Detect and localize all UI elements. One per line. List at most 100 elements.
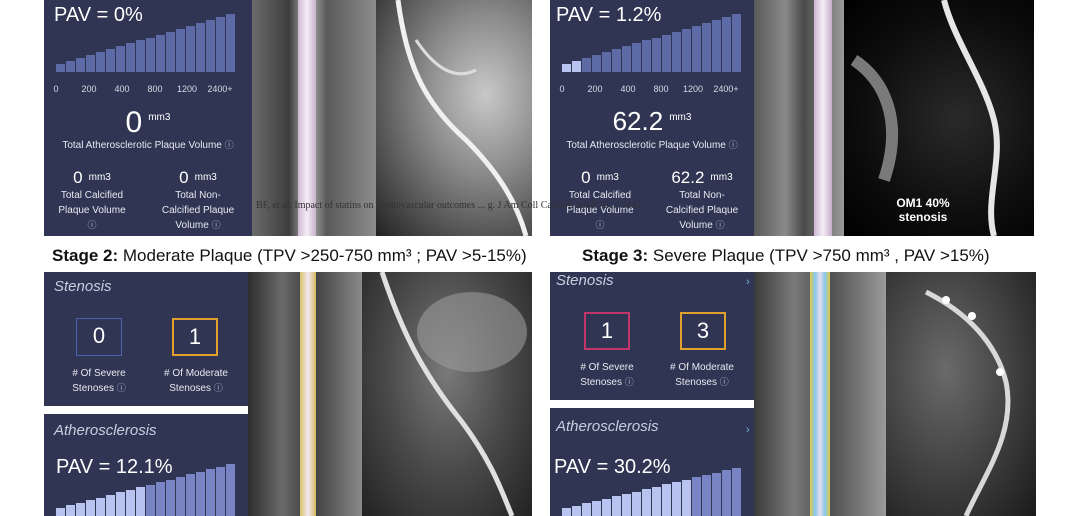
scale-bar — [66, 61, 75, 72]
panel-stage-2: Stenosis 0 # Of Severe Stenoses ⓘ 1 # Of… — [44, 272, 248, 516]
info-icon[interactable]: ⓘ — [212, 220, 221, 230]
scale-bar — [136, 40, 145, 72]
scale-bar — [612, 496, 621, 516]
scale-bar — [722, 470, 731, 516]
calcified-volume-label: Total Calcified Plaque Volume ⓘ — [44, 188, 140, 233]
tick-label: 1200 — [682, 84, 704, 94]
volume-scale-ticks: 0 200 400 800 1200 2400+ — [559, 84, 742, 96]
scale-bar — [602, 498, 611, 516]
scale-bar — [622, 46, 631, 72]
chevron-right-icon[interactable]: › — [746, 424, 750, 436]
moderate-stenoses-label: # Of Moderate Stenoses ⓘ — [164, 368, 228, 394]
tick-label: 2400+ — [207, 84, 233, 94]
scale-bar — [186, 25, 195, 72]
scale-bar — [672, 31, 681, 72]
volume-scale-bars — [562, 14, 742, 72]
info-icon[interactable]: ⓘ — [117, 383, 126, 393]
scale-bar — [216, 466, 225, 516]
atherosclerosis-section-title: Atherosclerosis — [54, 422, 157, 439]
scale-bar — [702, 475, 711, 516]
scale-bar — [176, 28, 185, 72]
volume-scale-bars — [56, 464, 236, 516]
scale-bar — [66, 505, 75, 516]
scale-bar — [652, 486, 661, 516]
ct-image-curved-vessel — [886, 272, 1036, 516]
severe-stenoses-count: 0 — [76, 318, 122, 356]
scale-bar — [632, 491, 641, 516]
info-icon[interactable]: ⓘ — [729, 140, 738, 150]
noncalcified-volume-label: Total Non- Calcified Plaque Volume ⓘ — [665, 190, 739, 231]
vessel-path — [379, 272, 527, 516]
vessel-centerline — [814, 0, 832, 236]
ct-image-straightened-vessel — [754, 272, 886, 516]
scale-bar — [196, 471, 205, 516]
scale-bar — [712, 19, 721, 72]
vessel-centerline — [300, 272, 316, 516]
scale-bar — [226, 464, 235, 516]
tick-label: 200 — [587, 84, 603, 94]
vessel-centerline — [810, 272, 830, 516]
stenosis-section-title: Stenosis — [556, 272, 614, 289]
calcified-volume-value: 0 mm3 — [73, 168, 111, 187]
scale-bar — [722, 16, 731, 72]
scale-bar — [106, 495, 115, 516]
volume-scale-bars — [562, 468, 742, 516]
scale-bar — [96, 52, 105, 72]
info-icon[interactable]: ⓘ — [716, 220, 725, 230]
info-icon[interactable]: ⓘ — [550, 218, 650, 233]
info-icon[interactable]: ⓘ — [720, 377, 729, 387]
info-icon[interactable]: ⓘ — [214, 383, 223, 393]
scale-bar — [56, 64, 65, 72]
chevron-right-icon[interactable]: › — [746, 276, 750, 288]
noncalcified-volume-value: 0 mm3 — [179, 168, 217, 187]
scale-bar — [612, 49, 621, 72]
atherosclerosis-section-title: Atherosclerosis — [556, 418, 659, 435]
panel-top-left: PAV = 0% 0 200 400 800 1200 2400+ 0 mm3 T… — [44, 0, 252, 236]
scale-bar — [622, 493, 631, 516]
scale-bar — [712, 472, 721, 516]
vessel-path — [924, 289, 1011, 516]
scale-bar — [126, 43, 135, 72]
scale-bar — [106, 49, 115, 72]
scale-bar — [86, 500, 95, 516]
moderate-stenoses-count: 1 — [172, 318, 218, 356]
volume-scale-bars — [56, 14, 236, 72]
stage-2-heading: Stage 2: Moderate Plaque (TPV >250-750 m… — [52, 246, 527, 265]
scale-bar — [592, 55, 601, 72]
ct-image-straightened-vessel — [754, 0, 844, 236]
scale-bar — [592, 500, 601, 516]
scale-bar — [662, 484, 671, 516]
stenosis-annotation: OM1 40% stenosis — [896, 196, 950, 224]
stage-3-heading: Stage 3: Severe Plaque (TPV >750 mm³ , P… — [582, 246, 990, 265]
panel-stage-3: Stenosis › 1 # Of Severe Stenoses ⓘ 3 # … — [550, 272, 754, 516]
tick-label: 400 — [114, 84, 130, 94]
scale-bar — [702, 22, 711, 72]
ct-image-straightened-vessel — [248, 272, 362, 516]
scale-bar — [146, 37, 155, 72]
ct-image-curved-vessel — [362, 272, 532, 516]
tick-label: 0 — [53, 84, 59, 94]
scale-bar — [146, 484, 155, 516]
moderate-stenoses-count: 3 — [680, 312, 726, 350]
info-icon[interactable]: ⓘ — [625, 377, 634, 387]
severe-stenoses-count: 1 — [584, 312, 630, 350]
info-icon[interactable]: ⓘ — [225, 140, 234, 150]
scale-bar — [206, 19, 215, 72]
tick-label: 800 — [147, 84, 163, 94]
scale-bar — [572, 505, 581, 516]
section-divider — [550, 400, 754, 408]
scale-bar — [582, 58, 591, 72]
citation-text: BF, et al. Impact of statins on cardiova… — [256, 200, 641, 211]
scale-bar — [186, 474, 195, 516]
tick-label: 0 — [559, 84, 565, 94]
scale-bar — [86, 55, 95, 72]
scale-bar — [96, 497, 105, 516]
total-plaque-volume-label: Total Atherosclerotic Plaque Volume ⓘ — [62, 140, 234, 151]
scale-bar — [562, 508, 571, 516]
scale-bar — [602, 52, 611, 72]
scale-bar — [732, 14, 741, 72]
scale-bar — [642, 40, 651, 72]
tick-label: 400 — [620, 84, 636, 94]
scale-bar — [196, 22, 205, 72]
info-icon[interactable]: ⓘ — [44, 218, 140, 233]
